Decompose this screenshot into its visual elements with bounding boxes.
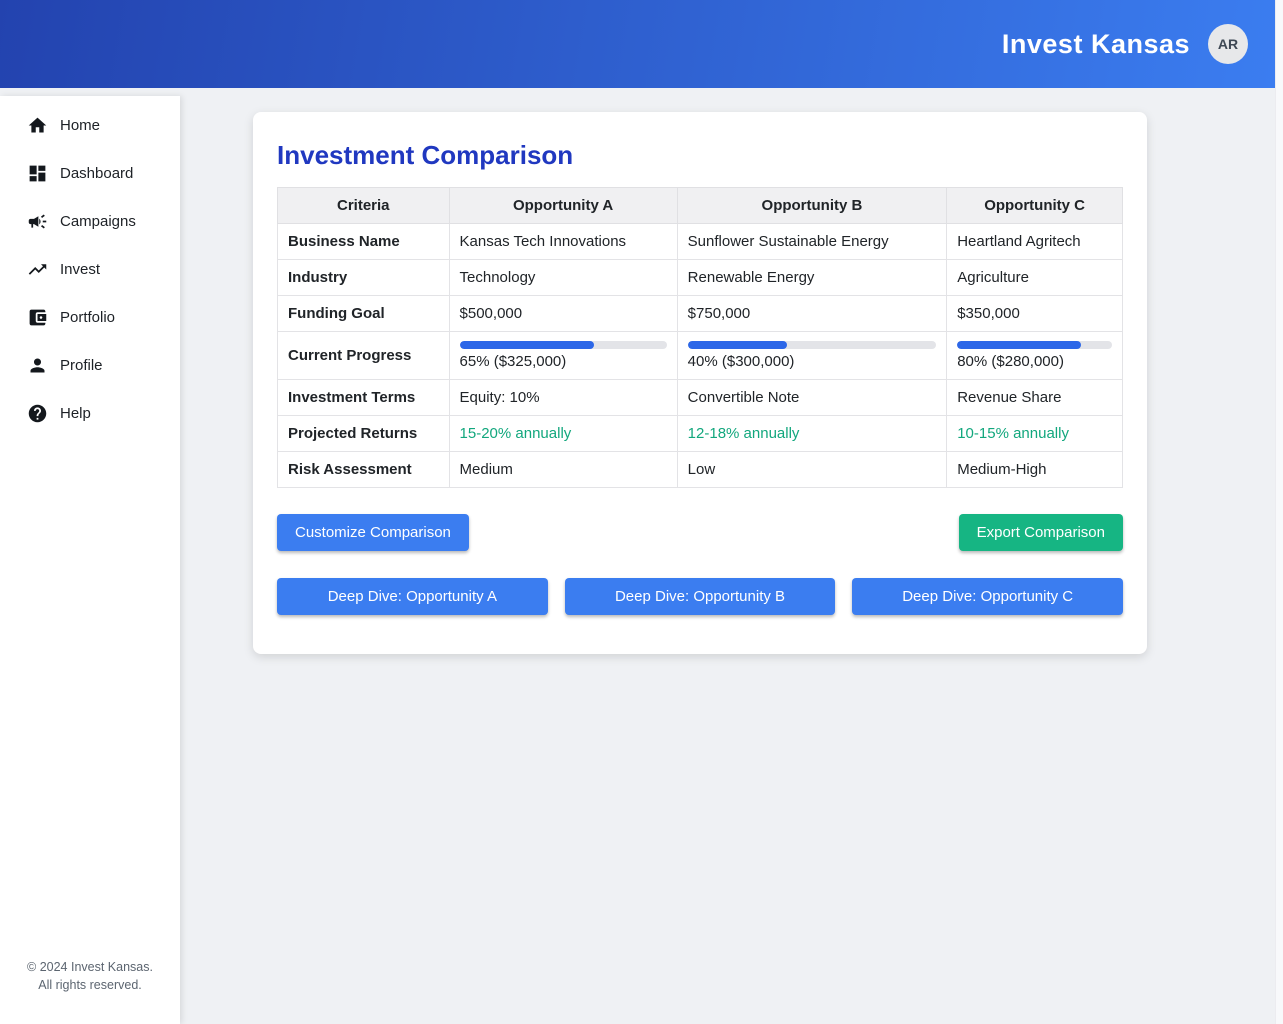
row-label-projected-returns: Projected Returns	[278, 416, 450, 452]
cell-projected-returns-b: 12-18% annually	[677, 416, 947, 452]
cell-business-name-a: Kansas Tech Innovations	[449, 224, 677, 260]
sidebar-item-invest[interactable]: Invest	[0, 245, 180, 293]
cell-risk-assessment-b: Low	[677, 452, 947, 488]
deep-dive-opportunity-c-button[interactable]: Deep Dive: Opportunity C	[852, 578, 1123, 615]
cell-business-name-c: Heartland Agritech	[947, 224, 1123, 260]
person-icon	[27, 355, 48, 376]
cell-industry-c: Agriculture	[947, 260, 1123, 296]
sidebar-item-label: Invest	[60, 261, 100, 278]
cell-investment-terms-b: Convertible Note	[677, 380, 947, 416]
table-header-row: Criteria Opportunity A Opportunity B Opp…	[278, 188, 1123, 224]
sidebar-item-profile[interactable]: Profile	[0, 341, 180, 389]
column-header-opportunity-c: Opportunity C	[947, 188, 1123, 224]
cell-progress-c: 80% ($280,000)	[947, 332, 1123, 380]
sidebar-nav: Home Dashboard Campaigns Invest Portfoli…	[0, 96, 180, 437]
cell-progress-b: 40% ($300,000)	[677, 332, 947, 380]
row-label-funding-goal: Funding Goal	[278, 296, 450, 332]
cell-industry-a: Technology	[449, 260, 677, 296]
cell-investment-terms-c: Revenue Share	[947, 380, 1123, 416]
table-row: Investment Terms Equity: 10% Convertible…	[278, 380, 1123, 416]
sidebar-item-label: Profile	[60, 357, 103, 374]
progress-fill-c	[957, 341, 1081, 349]
progress-fill-b	[688, 341, 787, 349]
cell-funding-goal-c: $350,000	[947, 296, 1123, 332]
column-header-opportunity-a: Opportunity A	[449, 188, 677, 224]
row-label-investment-terms: Investment Terms	[278, 380, 450, 416]
page-title: Investment Comparison	[277, 140, 1123, 171]
deep-dive-opportunity-a-button[interactable]: Deep Dive: Opportunity A	[277, 578, 548, 615]
app-header: Invest Kansas AR	[0, 0, 1275, 88]
sidebar: Home Dashboard Campaigns Invest Portfoli…	[0, 96, 180, 1024]
deep-dive-row: Deep Dive: Opportunity A Deep Dive: Oppo…	[277, 578, 1123, 615]
row-label-business-name: Business Name	[278, 224, 450, 260]
copyright-text: © 2024 Invest Kansas. All rights reserve…	[0, 958, 180, 1024]
progress-bar-b	[688, 341, 937, 349]
progress-fill-a	[460, 341, 595, 349]
cell-risk-assessment-c: Medium-High	[947, 452, 1123, 488]
sidebar-item-label: Help	[60, 405, 91, 422]
cell-projected-returns-c: 10-15% annually	[947, 416, 1123, 452]
progress-text-c: 80% ($280,000)	[957, 353, 1112, 370]
cell-funding-goal-a: $500,000	[449, 296, 677, 332]
app-title: Invest Kansas	[1002, 29, 1190, 60]
customize-comparison-button[interactable]: Customize Comparison	[277, 514, 469, 551]
cell-industry-b: Renewable Energy	[677, 260, 947, 296]
progress-text-a: 65% ($325,000)	[460, 353, 667, 370]
cell-risk-assessment-a: Medium	[449, 452, 677, 488]
progress-bar-a	[460, 341, 667, 349]
table-row: Risk Assessment Medium Low Medium-High	[278, 452, 1123, 488]
sidebar-item-label: Dashboard	[60, 165, 133, 182]
column-header-criteria: Criteria	[278, 188, 450, 224]
dashboard-icon	[27, 163, 48, 184]
table-row: Business Name Kansas Tech Innovations Su…	[278, 224, 1123, 260]
progress-text-b: 40% ($300,000)	[688, 353, 937, 370]
sidebar-item-label: Portfolio	[60, 309, 115, 326]
cell-progress-a: 65% ($325,000)	[449, 332, 677, 380]
cell-investment-terms-a: Equity: 10%	[449, 380, 677, 416]
sidebar-item-label: Home	[60, 117, 100, 134]
row-label-industry: Industry	[278, 260, 450, 296]
deep-dive-opportunity-b-button[interactable]: Deep Dive: Opportunity B	[565, 578, 836, 615]
help-icon	[27, 403, 48, 424]
sidebar-item-label: Campaigns	[60, 213, 136, 230]
sidebar-item-home[interactable]: Home	[0, 101, 180, 149]
user-avatar[interactable]: AR	[1208, 24, 1248, 64]
investment-comparison-card: Investment Comparison Criteria Opportuni…	[253, 112, 1147, 654]
progress-bar-c	[957, 341, 1112, 349]
scrollbar[interactable]	[1275, 0, 1283, 1024]
table-row: Current Progress 65% ($325,000) 40% ($30…	[278, 332, 1123, 380]
row-label-risk-assessment: Risk Assessment	[278, 452, 450, 488]
sidebar-item-campaigns[interactable]: Campaigns	[0, 197, 180, 245]
actions-row: Customize Comparison Export Comparison	[277, 514, 1123, 551]
campaign-icon	[27, 211, 48, 232]
trending-up-icon	[27, 259, 48, 280]
table-row: Industry Technology Renewable Energy Agr…	[278, 260, 1123, 296]
table-row: Projected Returns 15-20% annually 12-18%…	[278, 416, 1123, 452]
cell-business-name-b: Sunflower Sustainable Energy	[677, 224, 947, 260]
wallet-icon	[27, 307, 48, 328]
sidebar-item-help[interactable]: Help	[0, 389, 180, 437]
sidebar-item-dashboard[interactable]: Dashboard	[0, 149, 180, 197]
table-row: Funding Goal $500,000 $750,000 $350,000	[278, 296, 1123, 332]
column-header-opportunity-b: Opportunity B	[677, 188, 947, 224]
cell-projected-returns-a: 15-20% annually	[449, 416, 677, 452]
home-icon	[27, 115, 48, 136]
row-label-current-progress: Current Progress	[278, 332, 450, 380]
sidebar-item-portfolio[interactable]: Portfolio	[0, 293, 180, 341]
cell-funding-goal-b: $750,000	[677, 296, 947, 332]
export-comparison-button[interactable]: Export Comparison	[959, 514, 1123, 551]
comparison-table: Criteria Opportunity A Opportunity B Opp…	[277, 187, 1123, 488]
